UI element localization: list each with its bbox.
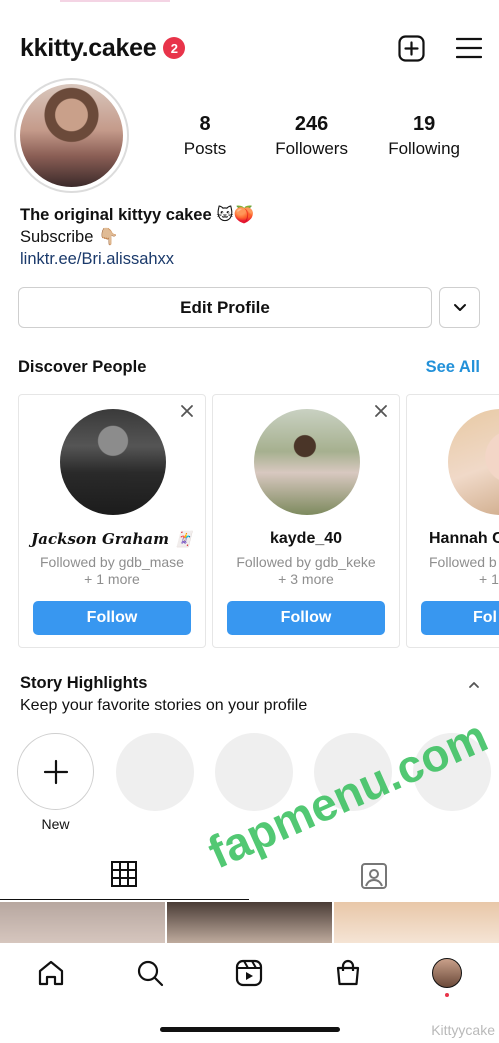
stat-posts-count: 8: [199, 113, 211, 135]
suggestion-followed-by: Followed by gdb_mase: [40, 554, 184, 570]
grid-icon[interactable]: [110, 860, 138, 888]
notification-dot: [445, 993, 449, 997]
menu-icon[interactable]: [455, 34, 483, 62]
chevron-up-icon[interactable]: [465, 676, 483, 694]
status-strip: [60, 0, 170, 2]
stat-following-count: 19: [412, 113, 436, 135]
plus-icon: [43, 759, 68, 784]
profile-username[interactable]: kkitty.cakee: [20, 34, 157, 63]
suggestion-name[interactable]: Hannah C: [429, 530, 499, 548]
discover-cards: Jackson Graham 🃏 Followed by gdb_mase + …: [18, 394, 499, 648]
highlight-placeholder: [215, 733, 293, 811]
suggested-toggle-button[interactable]: [439, 287, 480, 328]
profile-stats: 8 Posts 246 Followers 19 Following: [175, 113, 460, 159]
new-highlight-label: New: [41, 816, 70, 832]
bio-link[interactable]: linktr.ee/Bri.alissahxx: [20, 248, 254, 270]
watermark-small: Kittyycake: [431, 1022, 495, 1038]
profile-bio: The original kittyy cakee 🐱🍑 Subscribe 👇…: [20, 204, 254, 270]
profile-tab-avatar[interactable]: [432, 958, 462, 988]
suggestion-card[interactable]: Hannah C Followed b + 1 r Fol: [406, 394, 499, 648]
shop-icon[interactable]: [333, 958, 363, 988]
profile-header: kkitty.cakee 2: [20, 30, 483, 66]
stat-following-label: Following: [388, 139, 460, 158]
suggestion-mutuals: Followed b + 1 r: [429, 554, 499, 588]
suggestion-card[interactable]: Jackson Graham 🃏 Followed by gdb_mase + …: [18, 394, 206, 648]
suggestion-mutuals: Followed by gdb_mase + 1 more: [19, 554, 205, 588]
suggestion-avatar[interactable]: [254, 409, 360, 515]
highlights-row: New: [16, 733, 499, 833]
see-all-link[interactable]: See All: [426, 358, 480, 377]
suggestion-more: + 1 more: [84, 571, 140, 587]
bio-line-1: The original kittyy cakee 🐱🍑: [20, 206, 254, 224]
highlight-placeholder: [413, 733, 491, 811]
suggestion-followed-by: Followed b: [429, 554, 497, 570]
bio-line-2: Subscribe 👇🏼: [20, 228, 119, 246]
home-indicator[interactable]: [160, 1027, 340, 1032]
follow-button[interactable]: Fol: [421, 601, 499, 635]
tagged-icon[interactable]: [360, 862, 388, 890]
suggestion-avatar[interactable]: [60, 409, 166, 515]
post-thumbnail[interactable]: [167, 902, 332, 946]
stat-followers-label: Followers: [275, 139, 348, 158]
suggestion-more: + 1 r: [479, 571, 499, 587]
highlight-placeholder: [314, 733, 392, 811]
suggestion-followed-by: Followed by gdb_keke: [236, 554, 376, 570]
discover-title: Discover People: [18, 358, 147, 376]
new-highlight-button[interactable]: [17, 733, 94, 810]
suggestion-card[interactable]: kayde_40 Followed by gdb_keke + 3 more F…: [212, 394, 400, 648]
create-post-icon[interactable]: [397, 34, 425, 62]
chevron-down-icon: [453, 304, 466, 311]
stat-followers[interactable]: 246 Followers: [275, 113, 348, 159]
avatar: [432, 958, 462, 988]
stat-posts-label: Posts: [183, 139, 227, 158]
close-icon[interactable]: [179, 403, 195, 419]
profile-photo: [20, 84, 123, 187]
search-icon[interactable]: [135, 958, 165, 988]
stat-posts[interactable]: 8 Posts: [175, 113, 235, 159]
home-icon[interactable]: [36, 958, 66, 988]
notification-badge[interactable]: 2: [163, 37, 186, 59]
follow-button[interactable]: Follow: [227, 601, 385, 635]
reels-icon[interactable]: [234, 958, 264, 988]
active-tab-indicator: [0, 899, 249, 900]
stat-following[interactable]: 19 Following: [388, 113, 460, 159]
suggestion-name[interactable]: kayde_40: [213, 530, 399, 548]
post-thumbnail[interactable]: [0, 902, 165, 946]
stat-followers-count: 246: [294, 113, 329, 135]
suggestion-mutuals: Followed by gdb_keke + 3 more: [213, 554, 399, 588]
suggestion-name[interactable]: Jackson Graham 🃏: [19, 530, 205, 548]
highlights-title: Story Highlights: [20, 674, 148, 692]
bottom-nav: [0, 943, 499, 1003]
highlights-subtitle: Keep your favorite stories on your profi…: [20, 697, 308, 714]
profile-tabs: [0, 855, 499, 901]
profile-avatar[interactable]: [14, 78, 129, 193]
post-grid: [0, 902, 499, 946]
close-icon[interactable]: [373, 403, 389, 419]
suggestion-more: + 3 more: [278, 571, 334, 587]
suggestion-avatar[interactable]: [448, 409, 499, 515]
follow-button[interactable]: Follow: [33, 601, 191, 635]
edit-profile-row: Edit Profile: [18, 287, 480, 328]
highlight-placeholder: [116, 733, 194, 811]
edit-profile-button[interactable]: Edit Profile: [18, 287, 432, 328]
post-thumbnail[interactable]: [334, 902, 499, 946]
discover-header: Discover People See All: [18, 358, 480, 377]
